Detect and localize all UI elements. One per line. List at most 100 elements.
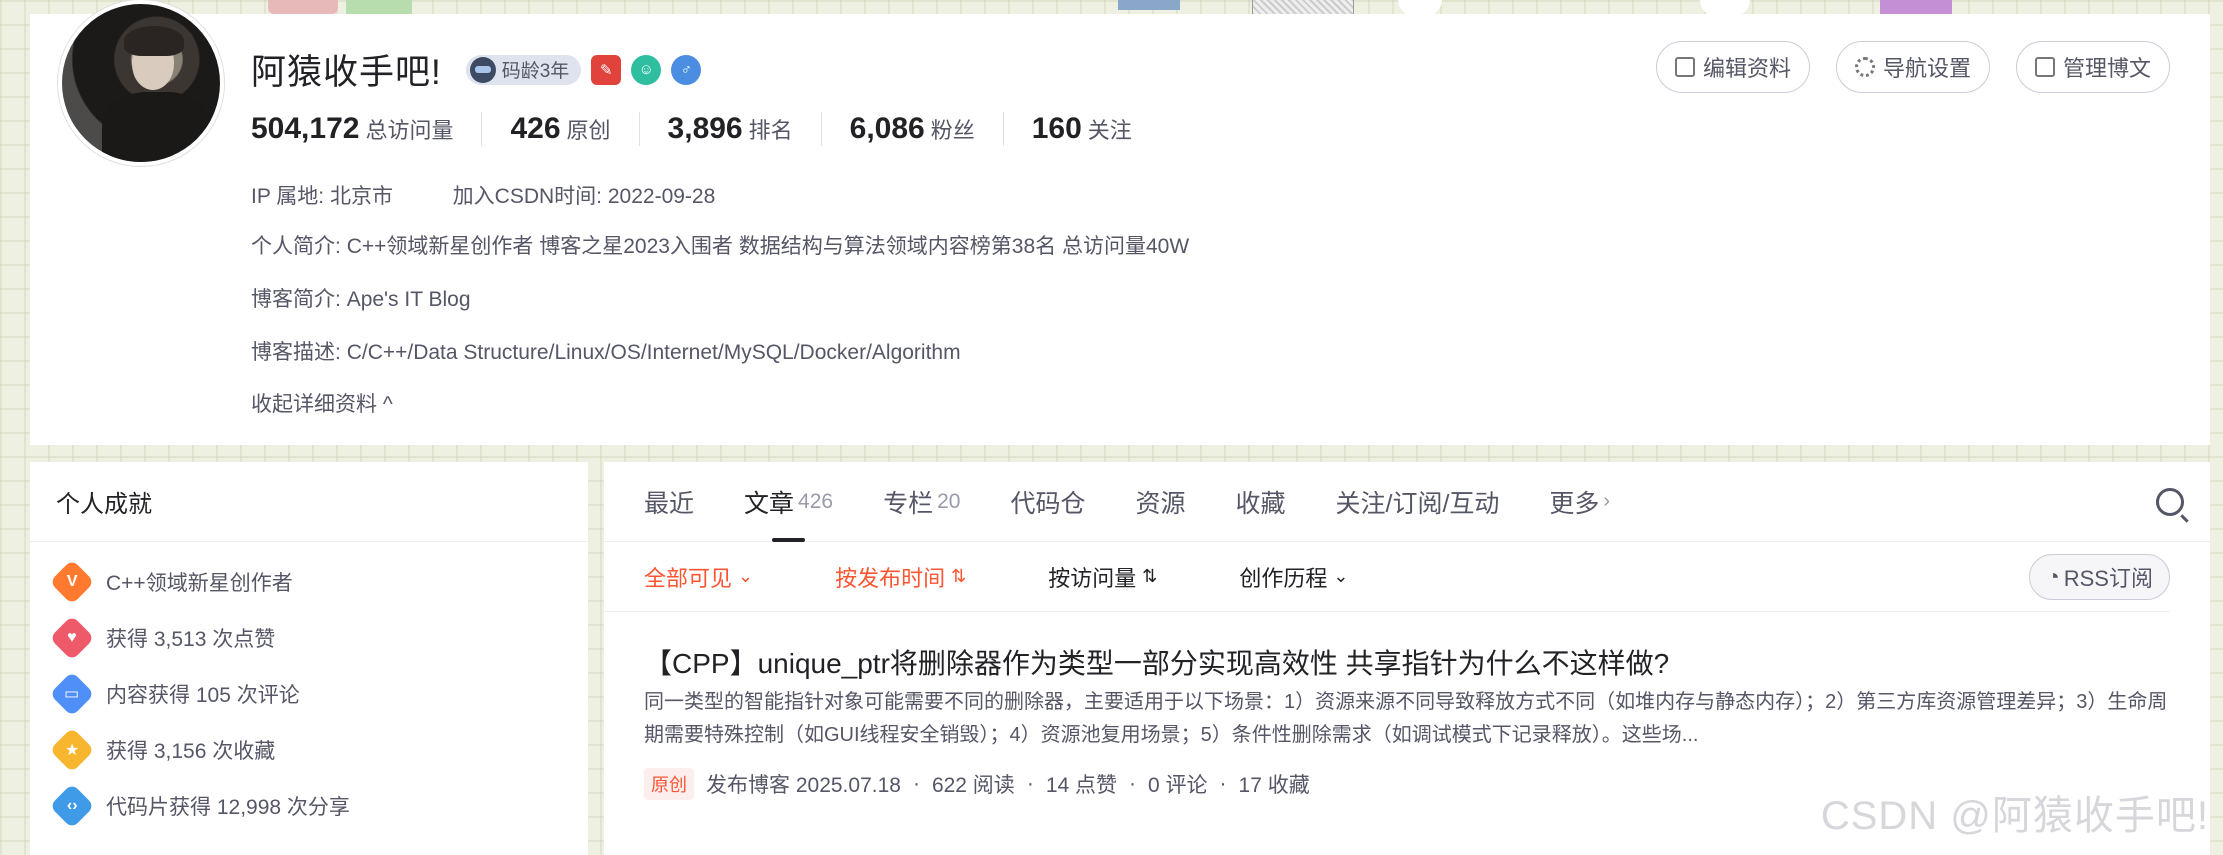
blog-medal-icon[interactable]: ✎ <box>591 54 622 85</box>
article-comments: 0 评论 <box>1148 774 1208 797</box>
join-value: 2022-09-28 <box>607 185 716 208</box>
collapse-details-label: 收起详细资料 <box>251 393 377 416</box>
intro-label: 个人简介: <box>251 235 341 258</box>
stat-following[interactable]: 160 关注 <box>1002 112 1160 146</box>
people-medal-icon[interactable]: ☺ <box>631 54 662 85</box>
stat-number: 504,172 <box>251 112 360 145</box>
rss-subscribe-button[interactable]: ◔ RSS订阅 <box>2029 554 2170 600</box>
article-title[interactable]: 【CPP】unique_ptr将删除器作为类型一部分实现高效性 共享指针为什么不… <box>644 642 2170 686</box>
join-label: 加入CSDN时间: <box>452 185 603 208</box>
ip-join-row: IP 属地: 北京市 加入CSDN时间: 2022-09-28 <box>251 180 715 210</box>
stats-row: 504,172 总访问量 426 原创 3,896 排名 6,086 粉丝 16… <box>251 112 1160 146</box>
years-badge-label: 码龄3年 <box>501 61 570 82</box>
chevron-up-icon: ^ <box>377 393 393 416</box>
ip-label: IP 属地: <box>251 185 325 208</box>
sort-by-views[interactable]: 按访问量 ⇅ <box>1048 561 1157 593</box>
edit-icon <box>1674 57 1695 77</box>
manage-posts-label: 管理博文 <box>2062 56 2151 81</box>
banner-decoration <box>346 0 412 14</box>
achievement-text: 获得 3,156 次收藏 <box>106 740 276 763</box>
robot-icon <box>469 56 496 83</box>
creation-history-dropdown[interactable]: 创作历程 ⌄ <box>1239 561 1348 593</box>
nav-settings-button[interactable]: 导航设置 <box>1835 41 1990 93</box>
chevron-down-icon: ⌄ <box>738 566 754 586</box>
blog-desc-row: 博客描述: C/C++/Data Structure/Linux/OS/Inte… <box>251 336 961 366</box>
article-date: 发布博客 2025.07.18 <box>706 774 901 797</box>
edit-profile-button[interactable]: 编辑资料 <box>1655 41 1810 93</box>
sort-icon: ⇅ <box>951 566 967 586</box>
achievement-text: 内容获得 105 次评论 <box>106 684 300 707</box>
tab-follow-subscribe[interactable]: 关注/订阅/互动 <box>1336 462 1500 542</box>
like-icon: ♥ <box>49 615 95 661</box>
document-icon <box>2034 57 2055 77</box>
comment-icon: ▭ <box>49 671 95 717</box>
avatar-figure <box>102 92 212 162</box>
intro-value: C++领域新星创作者 博客之星2023入围者 数据结构与算法领域内容榜第38名 … <box>346 235 1190 258</box>
banner-decoration <box>1118 0 1180 10</box>
years-badge[interactable]: 码龄3年 <box>465 54 582 85</box>
tab-resources[interactable]: 资源 <box>1135 462 1185 542</box>
code-icon: ‹› <box>49 783 95 829</box>
header-actions: 编辑资料 导航设置 管理博文 <box>1655 41 2170 93</box>
stat-label: 粉丝 <box>930 118 975 143</box>
intro-row: 个人简介: C++领域新星创作者 博客之星2023入围者 数据结构与算法领域内容… <box>251 230 1189 260</box>
tab-recent[interactable]: 最近 <box>644 462 694 542</box>
achievement-item: V C++领域新星创作者 <box>30 554 588 610</box>
blog-intro-label: 博客简介: <box>251 288 341 311</box>
tab-articles[interactable]: 文章 426 <box>744 462 833 542</box>
achievements-list: V C++领域新星创作者 ♥ 获得 3,513 次点赞 ▭ 内容获得 105 次… <box>30 542 588 834</box>
achievements-panel: 个人成就 V C++领域新星创作者 ♥ 获得 3,513 次点赞 ▭ 内容获得 … <box>30 462 588 855</box>
stat-visits[interactable]: 504,172 总访问量 <box>251 112 481 146</box>
article-item[interactable]: 【CPP】unique_ptr将删除器作为类型一部分实现高效性 共享指针为什么不… <box>604 612 2210 800</box>
stat-label: 总访问量 <box>365 118 454 143</box>
blog-desc-value: C/C++/Data Structure/Linux/OS/Internet/M… <box>346 341 961 364</box>
achievement-text: C++领域新星创作者 <box>106 572 293 595</box>
achievement-item: ★ 获得 3,156 次收藏 <box>30 722 588 778</box>
achievements-title: 个人成就 <box>30 462 588 542</box>
stat-original[interactable]: 426 原创 <box>481 112 638 146</box>
new-star-icon: V <box>49 559 95 605</box>
sort-by-time[interactable]: 按发布时间 ⇅ <box>835 561 966 593</box>
tab-favorites[interactable]: 收藏 <box>1235 462 1285 542</box>
blog-intro-row: 博客简介: Ape's IT Blog <box>251 283 471 313</box>
article-reads: 622 阅读 <box>931 774 1015 797</box>
stat-number: 6,086 <box>849 112 925 145</box>
tab-columns[interactable]: 专栏 20 <box>883 462 960 542</box>
edit-profile-label: 编辑资料 <box>1702 56 1791 81</box>
filter-bar: 全部可见 ⌄ 按发布时间 ⇅ 按访问量 ⇅ 创作历程 ⌄ ◔ RSS订阅 <box>604 542 2170 612</box>
sort-icon: ⇅ <box>1142 566 1158 586</box>
manage-posts-button[interactable]: 管理博文 <box>2015 41 2170 93</box>
gear-icon <box>1854 57 1875 77</box>
original-tag: 原创 <box>644 768 694 800</box>
creator-medal-icon[interactable]: ♂ <box>671 54 702 85</box>
stat-rank[interactable]: 3,896 排名 <box>638 112 821 146</box>
achievement-item: ▭ 内容获得 105 次评论 <box>30 666 588 722</box>
content-tabs: 最近 文章 426 专栏 20 代码仓 资源 收藏 关注/订阅/互动 更多 › <box>604 462 2210 542</box>
avatar[interactable] <box>58 0 224 166</box>
achievement-item: ‹› 代码片获得 12,998 次分享 <box>30 778 588 834</box>
visibility-dropdown[interactable]: 全部可见 ⌄ <box>644 561 753 593</box>
tab-more[interactable]: 更多 › <box>1549 462 1610 542</box>
stat-number: 160 <box>1031 112 1082 145</box>
article-likes: 14 点赞 <box>1045 774 1118 797</box>
profile-card: 阿猿收手吧! 码龄3年 ✎ ☺ ♂ 编辑资料 导航设置 管理博文 504,172… <box>30 0 2210 445</box>
watermark: CSDN @阿猿收手吧! <box>1820 794 2209 838</box>
article-favorites: 17 收藏 <box>1238 774 1310 797</box>
banner-decoration <box>268 0 338 14</box>
stat-fans[interactable]: 6,086 粉丝 <box>820 112 1003 146</box>
star-icon: ★ <box>49 727 95 773</box>
nav-settings-label: 导航设置 <box>1882 56 1971 81</box>
achievement-text: 代码片获得 12,998 次分享 <box>106 796 350 819</box>
article-summary[interactable]: 同一类型的智能指针对象可能需要不同的删除器，主要适用于以下场景：1）资源来源不同… <box>644 686 2169 752</box>
collapse-details-link[interactable]: 收起详细资料 ^ <box>251 388 393 418</box>
stat-label: 原创 <box>566 118 611 143</box>
stat-number: 3,896 <box>667 112 743 145</box>
stat-label: 排名 <box>748 118 793 143</box>
banner-decoration <box>1880 0 1952 14</box>
blog-desc-label: 博客描述: <box>251 341 341 364</box>
rss-icon: ◔ <box>2046 564 2060 589</box>
search-icon[interactable] <box>2156 488 2184 516</box>
avatar-hair <box>124 26 184 56</box>
stat-number: 426 <box>510 112 561 145</box>
tab-code-repo[interactable]: 代码仓 <box>1010 462 1085 542</box>
